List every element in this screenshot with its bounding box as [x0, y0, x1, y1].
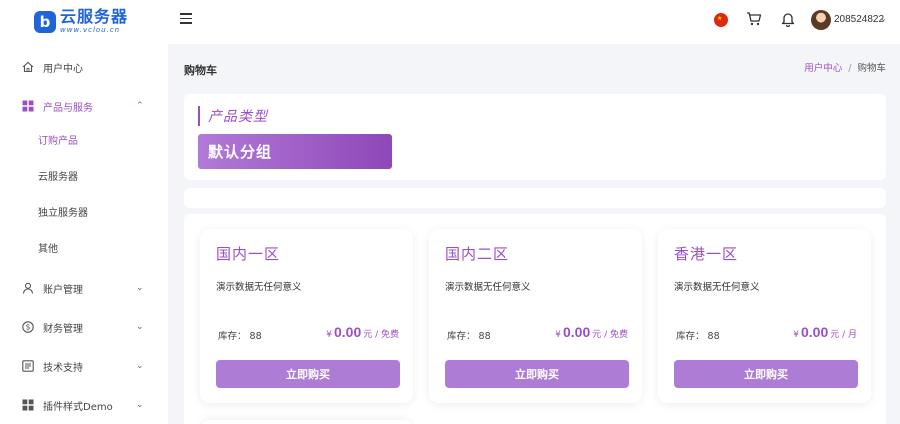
price-amount: 0.00	[800, 324, 829, 340]
product-card-domestic-2: 国内二区 演示数据无任何意义 库存： 88 ¥0.00 元 / 免费 立即购买	[429, 229, 642, 403]
chevron-down-icon[interactable]: ⌄	[880, 14, 887, 23]
stock-info: 库存： 88	[676, 328, 720, 342]
product-type-heading: 产品类型	[198, 106, 268, 126]
top-header: b 云服务器 www.vclou.cn 208524822 ⌄	[0, 0, 900, 44]
price-amount: 0.00	[333, 324, 362, 340]
site-logo[interactable]: b 云服务器 www.vclou.cn	[34, 9, 128, 34]
sidebar-subitem-label: 独立服务器	[38, 207, 88, 219]
chevron-down-icon: ⌄	[136, 361, 144, 371]
cart-icon[interactable]	[746, 11, 762, 27]
default-group-button[interactable]: 默认分组	[198, 134, 392, 169]
hamburger-menu-icon[interactable]	[180, 13, 192, 25]
currency-symbol: ¥	[793, 330, 799, 340]
list-icon	[22, 360, 34, 372]
logo-badge: b	[34, 10, 56, 33]
product-type-card: 产品类型 默认分组	[184, 94, 886, 180]
stock-value: 88	[249, 331, 262, 342]
sidebar-item-account[interactable]: 账户管理 ⌄	[0, 273, 168, 303]
svg-text:$: $	[26, 323, 31, 332]
sidebar-subitem-dedicated-server[interactable]: 独立服务器	[0, 196, 168, 226]
sidebar-item-finance[interactable]: $ 财务管理 ⌄	[0, 312, 168, 342]
grid-icon	[22, 100, 34, 112]
price-unit: 元 / 免费	[363, 330, 399, 340]
stock-value: 88	[478, 331, 491, 342]
chevron-down-icon: ⌄	[136, 322, 144, 332]
chevron-down-icon: ⌄	[136, 400, 144, 410]
product-description: 演示数据无任何意义	[674, 282, 760, 293]
price: ¥0.00 元 / 免费	[555, 324, 628, 340]
sidebar-subitem-other[interactable]: 其他	[0, 232, 168, 262]
sidebar-subitem-label: 云服务器	[38, 171, 78, 183]
price-unit: 元 / 免费	[592, 330, 628, 340]
product-name: 国内一区	[216, 245, 281, 263]
product-card-hongkong-1: 香港一区 演示数据无任何意义 库存： 88 ¥0.00 元 / 月 立即购买	[658, 229, 871, 403]
chevron-down-icon: ⌄	[136, 283, 144, 293]
sidebar-item-user-center[interactable]: 用户中心	[0, 52, 168, 82]
breadcrumb-home-link[interactable]: 用户中心	[804, 63, 842, 74]
buy-now-button[interactable]: 立即购买	[216, 360, 400, 388]
sidebar-subitem-label: 其他	[38, 243, 58, 255]
stock-info: 库存： 88	[218, 328, 262, 342]
buy-now-button[interactable]: 立即购买	[674, 360, 858, 388]
bell-icon[interactable]	[780, 11, 796, 27]
stock-label: 库存：	[218, 331, 247, 342]
stock-label: 库存：	[676, 331, 705, 342]
sidebar-subitem-label: 订购产品	[38, 135, 78, 147]
product-description: 演示数据无任何意义	[445, 282, 531, 293]
product-list-card: 国内一区 演示数据无任何意义 库存： 88 ¥0.00 元 / 免费 立即购买 国…	[184, 214, 886, 424]
logo-text: 云服务器 www.vclou.cn	[60, 9, 128, 34]
currency-symbol: ¥	[326, 330, 332, 340]
sidebar-item-products-services[interactable]: 产品与服务 ⌃	[0, 91, 168, 121]
product-name: 香港一区	[674, 245, 739, 263]
breadcrumb-current: 购物车	[857, 63, 886, 74]
breadcrumb: 用户中心 / 购物车	[804, 60, 886, 74]
user-icon	[22, 282, 34, 294]
price-unit: 元 / 月	[830, 330, 857, 340]
grid-icon	[22, 399, 34, 411]
sidebar-item-label: 账户管理	[43, 284, 83, 296]
logo-title: 云服务器	[60, 7, 129, 26]
china-flag-icon[interactable]	[714, 13, 728, 27]
avatar[interactable]	[811, 10, 831, 30]
logo-subtitle: www.vclou.cn	[60, 26, 121, 34]
chevron-up-icon: ⌃	[136, 101, 144, 111]
sidebar-item-plugin-demo[interactable]: 插件样式Demo ⌄	[0, 390, 168, 420]
sidebar-subitem-cloud-server[interactable]: 云服务器	[0, 160, 168, 190]
sidebar: 用户中心 产品与服务 ⌃ 订购产品 云服务器 独立服务器 其他 账户管理 ⌄ $…	[0, 44, 168, 424]
product-card-domestic-1: 国内一区 演示数据无任何意义 库存： 88 ¥0.00 元 / 免费 立即购买	[200, 229, 413, 403]
sidebar-item-label: 插件样式Demo	[43, 401, 113, 413]
sidebar-item-label: 用户中心	[43, 63, 83, 75]
page-title: 购物车	[184, 64, 217, 77]
price-amount: 0.00	[562, 324, 591, 340]
price: ¥0.00 元 / 免费	[326, 324, 399, 340]
username[interactable]: 208524822	[834, 14, 884, 25]
dollar-icon: $	[22, 321, 34, 333]
currency-symbol: ¥	[555, 330, 561, 340]
stock-label: 库存：	[447, 331, 476, 342]
sidebar-item-label: 产品与服务	[43, 102, 93, 114]
sidebar-item-label: 财务管理	[43, 323, 83, 335]
stock-info: 库存： 88	[447, 328, 491, 342]
sidebar-item-label: 技术支持	[43, 362, 83, 374]
home-icon	[22, 61, 34, 73]
buy-now-button[interactable]: 立即购买	[445, 360, 629, 388]
breadcrumb-separator: /	[848, 63, 852, 74]
product-description: 演示数据无任何意义	[216, 282, 302, 293]
sidebar-subitem-order-products[interactable]: 订购产品	[0, 124, 168, 154]
sidebar-item-support[interactable]: 技术支持 ⌄	[0, 351, 168, 381]
stock-value: 88	[707, 331, 720, 342]
filter-strip	[184, 188, 886, 208]
product-name: 国内二区	[445, 245, 510, 263]
price: ¥0.00 元 / 月	[793, 324, 857, 340]
product-card-partial	[200, 420, 413, 424]
